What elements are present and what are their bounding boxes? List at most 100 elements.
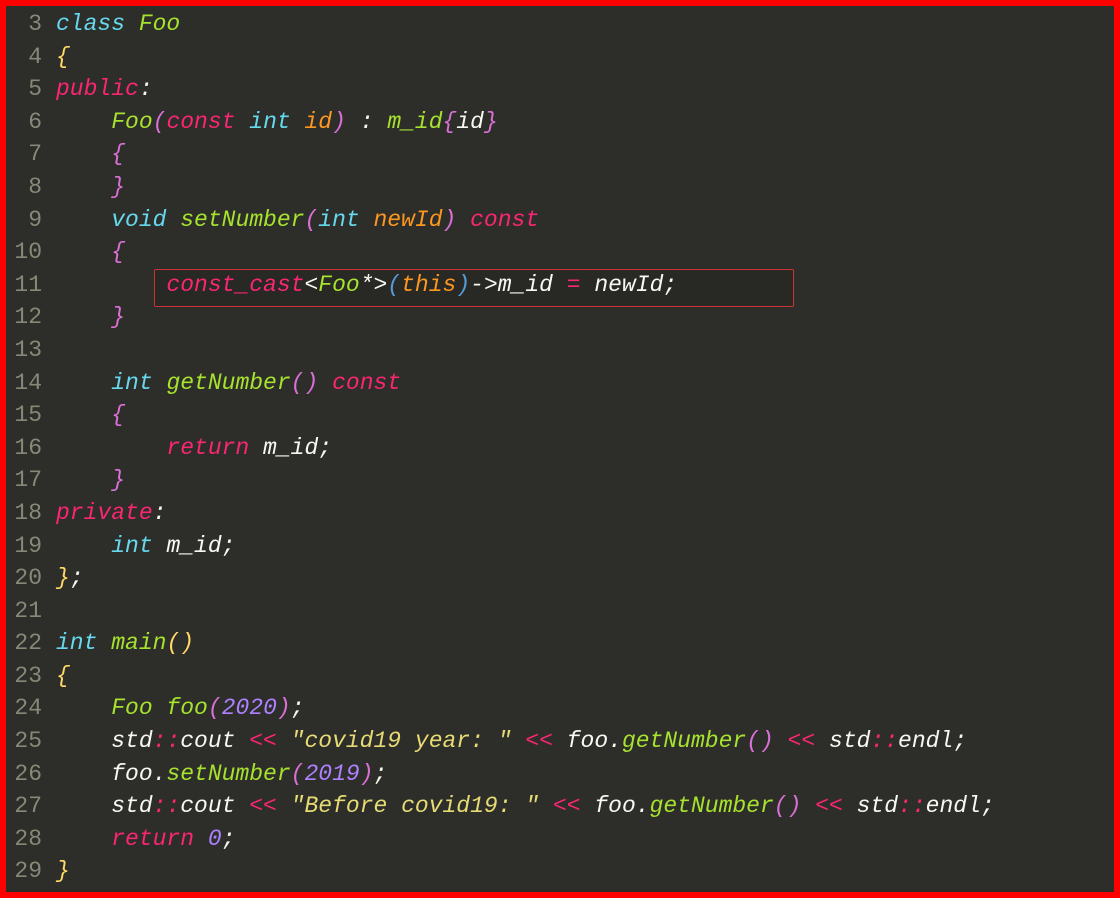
code-line[interactable]: private: [56,497,1114,530]
line-number: 6 [10,106,42,139]
token-idtype: void [111,207,180,233]
token-punc [56,435,166,461]
token-brace-b: ( [387,272,401,298]
code-line[interactable]: return m_id; [56,432,1114,465]
token-punc [56,207,111,233]
code-line[interactable]: return 0; [56,823,1114,856]
token-idtype: int [318,207,373,233]
token-op: = [567,272,595,298]
code-area[interactable]: class Foo { public: Foo(const int id) : m_… [48,6,1114,892]
token-punc: foo. [553,728,622,754]
token-punc: endl; [926,793,995,819]
token-punc: std [843,793,898,819]
token-brace-b: ) [456,272,470,298]
line-number: 17 [10,464,42,497]
token-brace-p: ) [277,695,291,721]
token-op: :: [870,728,898,754]
line-number: 19 [10,530,42,563]
token-punc: : [360,109,388,135]
code-line[interactable] [56,595,1114,628]
code-line[interactable]: { [56,236,1114,269]
code-line[interactable]: } [56,301,1114,334]
code-line[interactable]: foo.setNumber(2019); [56,758,1114,791]
code-editor[interactable]: 3456789101112131415161718192021222324252… [6,6,1114,892]
token-punc: : [153,500,167,526]
token-op: << [249,728,277,754]
code-line[interactable]: int getNumber() const [56,367,1114,400]
token-brace-y: } [56,565,70,591]
code-line[interactable]: { [56,660,1114,693]
token-brace-p: ( [291,761,305,787]
token-op: :: [898,793,926,819]
token-punc: std [56,728,153,754]
token-punc [539,793,553,819]
code-line[interactable]: { [56,138,1114,171]
token-punc [56,304,111,330]
token-idtype: int [249,109,304,135]
token-fn: setNumber [166,761,290,787]
line-number: 12 [10,301,42,334]
token-brace-y: { [56,663,70,689]
code-line[interactable] [56,334,1114,367]
token-brace-p: ) [332,109,360,135]
code-line[interactable]: void setNumber(int newId) const [56,204,1114,237]
token-brace-p: () [291,370,332,396]
token-brace-p: } [111,304,125,330]
code-line[interactable]: std::cout << "covid19 year: " << foo.get… [56,725,1114,758]
token-brace-p: ) [360,761,374,787]
token-num: 2020 [222,695,277,721]
token-kw2: const [166,109,249,135]
token-punc [56,826,111,852]
token-brace-p: ( [304,207,318,233]
code-line[interactable]: const_cast<Foo*>(this)->m_id = newId; [56,269,1114,302]
line-number: 20 [10,562,42,595]
token-fn: main [111,630,166,656]
token-brace-p: } [484,109,498,135]
token-punc [56,370,111,396]
code-line[interactable]: { [56,399,1114,432]
code-line[interactable]: public: [56,73,1114,106]
line-number: 18 [10,497,42,530]
token-punc: std [815,728,870,754]
token-num: 2019 [304,761,359,787]
token-punc: cout [180,793,249,819]
token-punc [277,793,291,819]
token-kw2: return [166,435,263,461]
token-punc [56,402,111,428]
token-num: 0 [208,826,222,852]
code-line[interactable]: class Foo [56,8,1114,41]
token-punc: newId; [594,272,677,298]
code-line[interactable]: int main() [56,627,1114,660]
line-number-gutter: 3456789101112131415161718192021222324252… [6,6,48,892]
code-line[interactable]: Foo foo(2020); [56,692,1114,725]
token-str: "covid19 year: " [291,728,512,754]
line-number: 27 [10,790,42,823]
token-idtype: int [111,533,166,559]
token-param: newId [374,207,443,233]
line-number: 11 [10,269,42,302]
code-line[interactable]: } [56,464,1114,497]
token-str: "Before covid19: " [291,793,539,819]
line-number: 3 [10,8,42,41]
token-punc [56,533,111,559]
token-brace-y: } [56,858,70,884]
code-line[interactable]: } [56,855,1114,888]
token-type: Foo [111,695,166,721]
token-op: << [553,793,581,819]
token-punc: m_id; [166,533,235,559]
code-line[interactable]: std::cout << "Before covid19: " << foo.g… [56,790,1114,823]
token-brace-y: { [56,44,70,70]
token-punc [56,272,166,298]
code-line[interactable]: } [56,171,1114,204]
code-line[interactable]: Foo(const int id) : m_id{id} [56,106,1114,139]
line-number: 8 [10,171,42,204]
token-op: << [788,728,816,754]
token-kw2: const [332,370,401,396]
code-line[interactable]: int m_id; [56,530,1114,563]
token-brace-y: () [166,630,194,656]
line-number: 13 [10,334,42,367]
code-line[interactable]: { [56,41,1114,74]
token-fn: m_id [387,109,442,135]
code-line[interactable]: }; [56,562,1114,595]
token-brace-p: } [111,467,125,493]
